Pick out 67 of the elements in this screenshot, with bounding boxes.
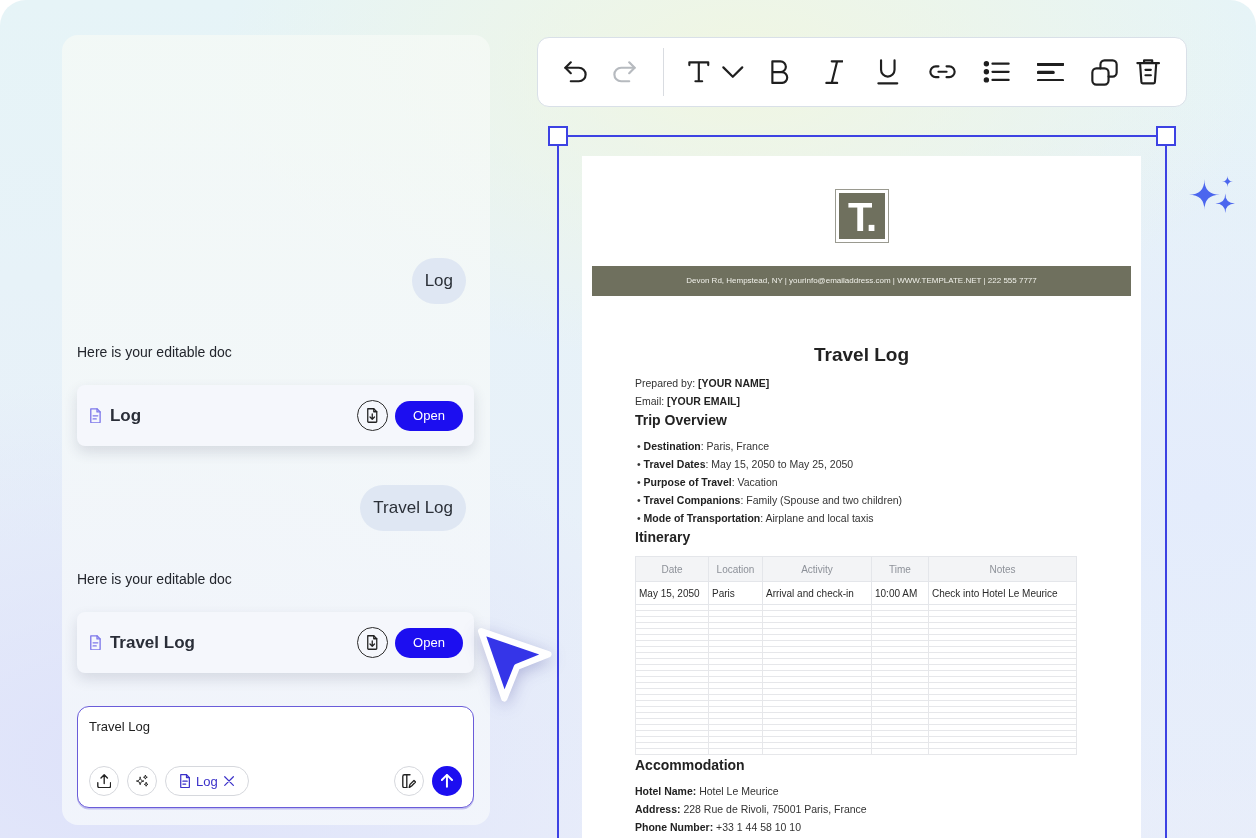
document-title: Travel Log bbox=[109, 632, 196, 653]
resize-handle[interactable] bbox=[548, 126, 568, 146]
bullet-item: • Destination: Paris, France bbox=[636, 439, 771, 454]
table-header-cell: Date bbox=[635, 556, 709, 582]
redo-icon bbox=[612, 61, 636, 83]
close-icon[interactable] bbox=[223, 775, 234, 787]
table-header-cell: Time bbox=[871, 556, 929, 582]
bold-icon bbox=[771, 59, 789, 85]
document-title: Log bbox=[109, 405, 143, 426]
upload-button[interactable] bbox=[89, 766, 119, 796]
duplicate-icon bbox=[1090, 58, 1118, 86]
link-icon bbox=[928, 65, 956, 79]
bullet-list-icon bbox=[982, 61, 1010, 83]
section-heading: Itinerary bbox=[635, 528, 692, 546]
table-cell: May 15, 2050 bbox=[635, 581, 709, 605]
table-header-cell: Notes bbox=[928, 556, 1077, 582]
table-cell: Arrival and check-in bbox=[762, 581, 872, 605]
section-heading: Accommodation bbox=[635, 756, 746, 774]
assistant-message: Here is your editable doc bbox=[77, 570, 233, 588]
table-header-cell: Activity bbox=[762, 556, 872, 582]
document-icon bbox=[90, 634, 101, 651]
pointer-cursor-icon bbox=[477, 627, 553, 703]
logo-mark: T. bbox=[834, 189, 889, 243]
sparkle-icon bbox=[1189, 176, 1236, 214]
italic-icon bbox=[824, 59, 844, 85]
meta-line: Prepared by: [YOUR NAME] bbox=[635, 376, 771, 391]
trash-icon bbox=[1135, 59, 1161, 85]
page-pen-button[interactable] bbox=[394, 766, 424, 796]
open-button[interactable]: Open bbox=[395, 627, 463, 658]
detail-line: Phone Number: +33 1 44 58 10 10 bbox=[635, 820, 803, 835]
bullet-item: • Purpose of Travel: Vacation bbox=[636, 475, 779, 490]
align-left-icon bbox=[1036, 62, 1064, 82]
page-pen-icon bbox=[401, 773, 417, 789]
document-icon bbox=[90, 407, 101, 424]
bullet-item: • Travel Companions: Family (Spouse and two children) bbox=[636, 493, 904, 508]
user-message-bubble: Travel Log bbox=[360, 485, 466, 531]
section-heading: Trip Overview bbox=[635, 411, 728, 429]
table-cell: 10:00 AM bbox=[871, 581, 929, 605]
attachment-chip[interactable]: Log bbox=[165, 766, 249, 796]
table-cell: Check into Hotel Le Meurice bbox=[928, 581, 1077, 605]
document-title: Travel Log bbox=[813, 344, 910, 366]
detail-line: Address: 228 Rue de Rivoli, 75001 Paris, France bbox=[635, 802, 868, 817]
underline-icon bbox=[877, 59, 899, 85]
file-download-icon bbox=[367, 408, 378, 423]
bullet-item: • Mode of Transportation: Airplane and local taxis bbox=[636, 511, 875, 526]
message-composer[interactable]: Travel Log Log bbox=[77, 706, 474, 808]
open-button[interactable]: Open bbox=[395, 400, 463, 431]
caret-icon bbox=[722, 65, 744, 79]
sparkle-icon bbox=[135, 775, 149, 787]
text-icon bbox=[688, 61, 710, 83]
sparkle-button[interactable] bbox=[127, 766, 157, 796]
contact-bar: Devon Rd, Hempstead, NY | yourinfo@emailaddress.com | WWW.TEMPLATE.NET | 222 555 7777 bbox=[592, 266, 1131, 296]
document-icon bbox=[180, 773, 191, 789]
meta-line: Email: [YOUR EMAIL] bbox=[635, 394, 741, 409]
upload-icon bbox=[96, 773, 112, 789]
message-input[interactable]: Travel Log bbox=[89, 719, 462, 766]
undo-icon bbox=[563, 61, 587, 83]
table-cell: Paris bbox=[708, 581, 763, 605]
assistant-message: Here is your editable doc bbox=[77, 343, 233, 361]
resize-handle[interactable] bbox=[1156, 126, 1176, 146]
arrow-up-icon bbox=[441, 774, 453, 788]
send-button[interactable] bbox=[432, 766, 462, 796]
user-message-bubble: Log bbox=[411, 258, 466, 304]
table-header-cell: Location bbox=[708, 556, 763, 582]
detail-line: Hotel Name: Hotel Le Meurice bbox=[635, 784, 780, 799]
bullet-item: • Travel Dates: May 15, 2050 to May 25, 2050 bbox=[636, 457, 855, 472]
file-download-icon bbox=[367, 635, 378, 650]
